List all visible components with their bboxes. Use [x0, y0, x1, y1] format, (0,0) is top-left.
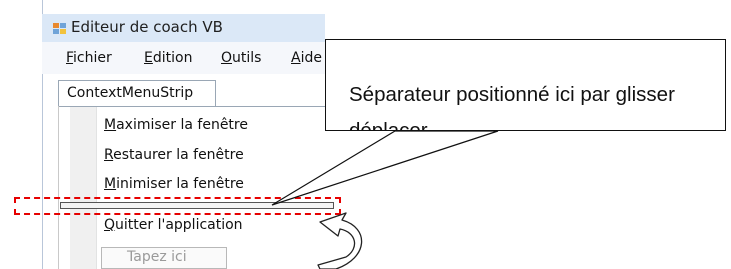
callout-box: Séparateur positionné ici par glisser dé… — [325, 39, 726, 131]
callout-pointer — [271, 130, 499, 206]
curved-arrow-icon — [317, 212, 363, 269]
callout-text: Séparateur positionné ici par glisser dé… — [349, 83, 675, 131]
